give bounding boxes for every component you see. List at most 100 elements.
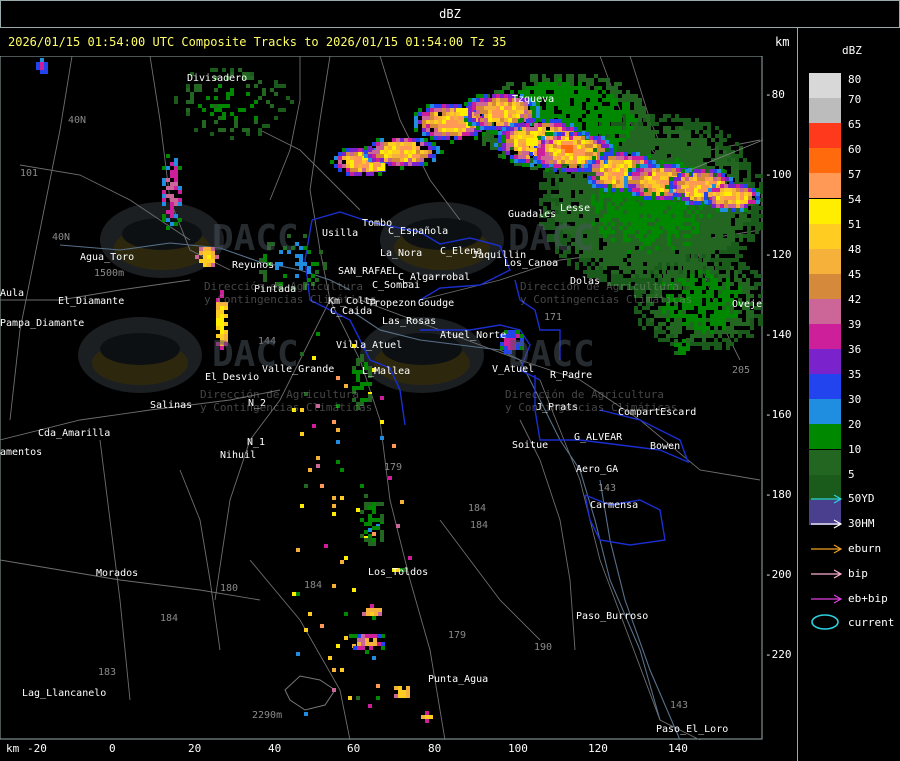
place-label: C_Española — [388, 226, 449, 237]
track-legend-item: eburn — [810, 542, 895, 556]
place-label: Lesse — [560, 203, 591, 214]
track-arrow-icon — [811, 569, 843, 579]
route-number-label: 205 — [732, 365, 751, 376]
place-label: C_Caida — [330, 306, 373, 317]
dbz-label: 30 — [848, 393, 862, 406]
place-label: Goudge — [418, 298, 455, 309]
track-arrow-icon — [811, 494, 843, 504]
x-tick-label: 120 — [588, 742, 608, 755]
place-label: SAN_RAFAEL — [338, 266, 399, 277]
y-axis-unit-label: km — [775, 35, 790, 49]
place-label: Las_Rosas — [382, 316, 437, 327]
x-tick-label: 20 — [188, 742, 202, 755]
legend-title: dBZ — [842, 44, 862, 57]
route-number-label: 101 — [20, 168, 39, 179]
y-tick-label: -140 — [765, 328, 792, 341]
watermark-line2: y Contingencias Climáticas — [204, 293, 377, 306]
rivers — [59, 242, 681, 740]
route-number-label: 143 — [598, 483, 617, 494]
place-label: Punta_Agua — [428, 674, 489, 685]
place-label: Aero_GA — [576, 464, 619, 475]
y-tick-label: -80 — [765, 88, 785, 101]
watermark-logo: DACC — [212, 218, 299, 259]
x-tick-label: -20 — [27, 742, 47, 755]
place-label: Morados — [96, 568, 139, 579]
window-title: dBZ — [439, 7, 461, 21]
y-tick-label: -160 — [765, 408, 792, 421]
track-legend-item: bip — [810, 567, 895, 581]
dbz-swatch — [809, 273, 841, 299]
place-label: Usilla — [322, 228, 359, 239]
watermark-line1: Dirección de Agricultura — [520, 280, 679, 293]
track-label: eburn — [848, 542, 882, 555]
track-legend-item: 30HM — [810, 517, 895, 531]
route-number-label: 40N — [68, 115, 87, 126]
place-label: Agua_Toro — [80, 252, 135, 263]
dacc-watermark — [78, 317, 202, 393]
place-label: Cda_Amarilla — [38, 428, 111, 439]
y-tick-label: -200 — [765, 568, 792, 581]
dbz-label: 36 — [848, 343, 862, 356]
dbz-swatch — [809, 399, 841, 425]
dbz-label: 45 — [848, 268, 862, 281]
watermark-line1: Dirección de Agricultura — [200, 388, 359, 401]
volcano-contour — [284, 675, 336, 711]
watermark-line1: Dirección de Agricultura — [204, 280, 363, 293]
dbz-swatch — [809, 73, 841, 98]
place-label: Paso_Burroso — [576, 611, 649, 622]
place-label: C_Sombai — [372, 280, 421, 291]
y-tick-label: -100 — [765, 168, 792, 181]
place-label: Lag_Llancanelo — [22, 688, 107, 699]
place-label: L_Mallea — [362, 366, 411, 377]
dbz-swatch — [809, 324, 841, 349]
dbz-label: 70 — [848, 93, 862, 106]
y-tick-label: -220 — [765, 648, 792, 661]
x-tick-label: 140 — [668, 742, 688, 755]
current-ellipse-icon — [811, 614, 839, 630]
dbz-label: 60 — [848, 143, 862, 156]
place-label: El_Diamante — [58, 296, 125, 307]
place-label: Carmensa — [590, 500, 639, 511]
place-label: Nihuil — [220, 450, 257, 461]
track-label: 30HM — [848, 517, 875, 530]
place-label: Divisadero — [187, 73, 248, 84]
dbz-swatch — [809, 198, 841, 224]
watermark-logo: DACC — [508, 218, 595, 259]
dbz-label: 35 — [848, 368, 862, 381]
route-number-label: 1500m — [94, 268, 125, 279]
dbz-swatch — [809, 298, 841, 324]
y-tick-label: -180 — [765, 488, 792, 501]
place-label: Los_Toldos — [368, 567, 429, 578]
window-title-bar: dBZ — [0, 0, 900, 28]
track-arrow-icon — [811, 594, 843, 604]
radar-map[interactable]: Divisadero Agua_Toro 1500m Aula El_Diamante P… — [0, 56, 763, 740]
route-number-label: 183 — [98, 667, 117, 678]
route-number-label: 2290m — [252, 710, 283, 721]
route-number-label: 179 — [448, 630, 467, 641]
place-label: Los_Canoa — [504, 258, 559, 269]
place-label: G_ALVEAR — [574, 432, 623, 443]
dbz-label: 51 — [848, 218, 862, 231]
dbz-label: 39 — [848, 318, 862, 331]
place-label: Bowen — [650, 441, 681, 452]
dbz-label: 54 — [848, 193, 862, 206]
y-tick-label: -120 — [765, 248, 792, 261]
x-axis-unit-label: km — [6, 742, 20, 755]
track-arrow-icon — [811, 519, 843, 529]
track-label: bip — [848, 567, 868, 580]
watermark-line2: y Contingencias Climáticas — [505, 401, 678, 414]
route-number-label: 184 — [160, 613, 179, 624]
track-arrow-icon — [811, 544, 843, 554]
dbz-label: 65 — [848, 118, 862, 131]
place-label: amentos — [0, 447, 43, 458]
dbz-swatch — [809, 349, 841, 375]
dbz-swatch — [809, 248, 841, 274]
dbz-label: 5 — [848, 468, 855, 481]
dbz-swatch — [809, 223, 841, 249]
place-label: Atuel_Norte — [440, 330, 507, 341]
place-label: N_1 — [247, 437, 266, 448]
track-label: eb+bip — [848, 592, 888, 605]
place-label: La_Nora — [380, 248, 423, 259]
x-tick-label: 100 — [508, 742, 528, 755]
place-label: Aula — [0, 288, 25, 299]
